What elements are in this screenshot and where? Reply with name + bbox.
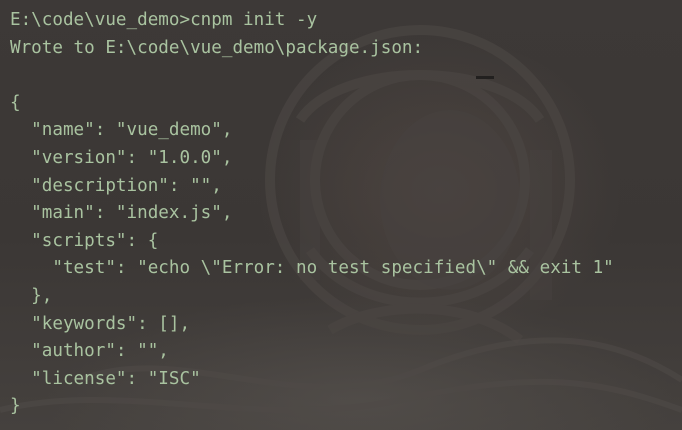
output-line: Wrote to E:\code\vue_demo\package.json: <box>10 37 424 58</box>
terminal-output[interactable]: E:\code\vue_demo>cnpm init -y Wrote to E:… <box>10 7 614 421</box>
json-line: "version": "1.0.0", <box>10 147 233 168</box>
json-line: "description": "", <box>10 175 222 196</box>
json-line: }, <box>10 285 53 306</box>
json-line: "author": "", <box>10 341 169 362</box>
command-line: E:\code\vue_demo>cnpm init -y <box>10 10 318 30</box>
json-line: } <box>10 396 21 417</box>
json-line: "keywords": [], <box>10 313 191 334</box>
json-line: "main": "index.js", <box>10 203 233 224</box>
json-line: "license": "ISC" <box>10 368 201 389</box>
json-line: "test": "echo \"Error: no test specified… <box>10 258 614 279</box>
json-line: "scripts": { <box>10 230 159 251</box>
json-line: { <box>10 92 21 113</box>
json-line: "name": "vue_demo", <box>10 120 233 141</box>
terminal-window[interactable]: E:\code\vue_demo>cnpm init -y Wrote to E:… <box>0 0 682 430</box>
